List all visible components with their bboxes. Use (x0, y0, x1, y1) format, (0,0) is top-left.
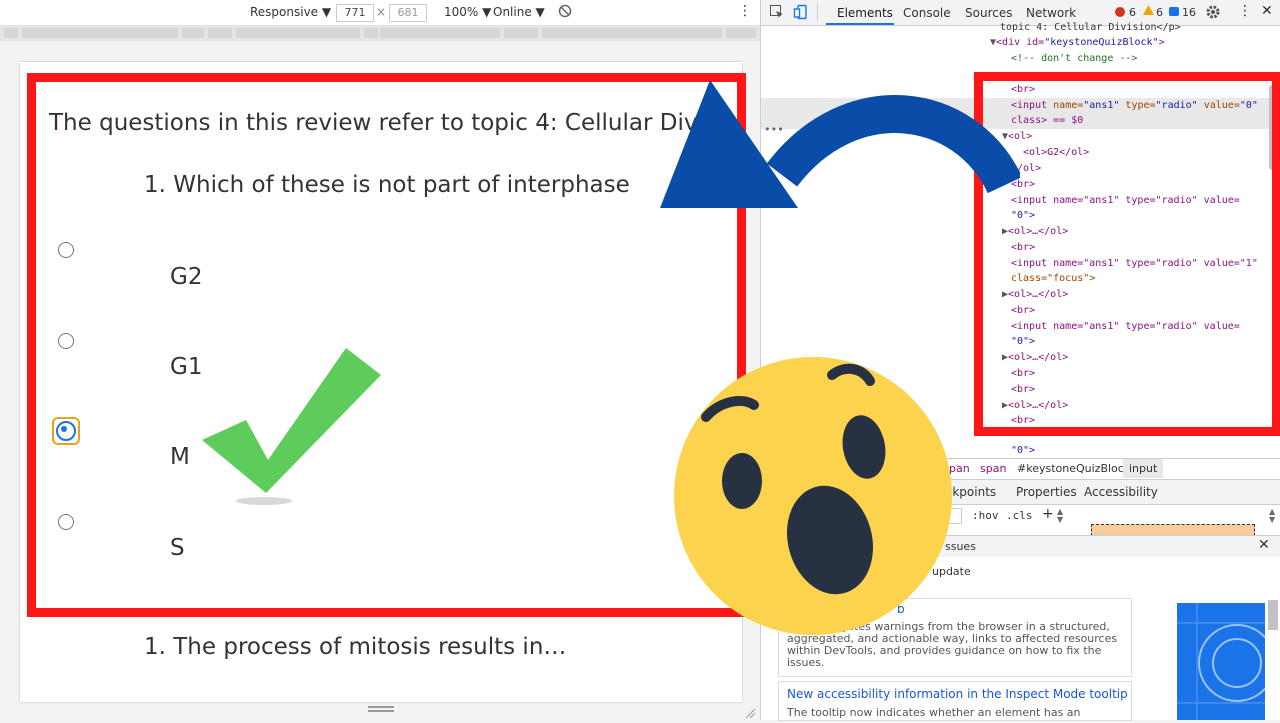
scroll-arrows-icon[interactable]: ▲ ▼ (1057, 508, 1063, 524)
next-question-text: 1. The process of mitosis results in… (144, 634, 567, 660)
breadcrumb-item-active[interactable]: input (1123, 459, 1164, 478)
new-style-rule-button[interactable]: + (1042, 506, 1054, 522)
breadcrumb-item[interactable]: span (980, 462, 1006, 475)
error-count[interactable]: 6 (1129, 6, 1136, 19)
devtools-menu-icon[interactable]: ⋮ (1238, 3, 1252, 19)
tree-line[interactable]: topic 4: Cellular Division</p> (1000, 21, 1181, 34)
surprised-emoji-icon (674, 357, 952, 635)
tab-properties[interactable]: Properties (1016, 485, 1077, 499)
scroll-arrows-icon[interactable]: ▲ ▼ (1269, 508, 1275, 524)
media-query-ruler[interactable] (0, 25, 760, 41)
resize-corner-icon[interactable] (744, 704, 756, 719)
error-icon (1115, 7, 1125, 17)
resize-handle-bottom[interactable] (368, 706, 394, 712)
feature-illustration (1177, 603, 1276, 720)
drawer-scrollbar[interactable] (1268, 600, 1278, 630)
more-options-icon[interactable]: ⋮ (738, 3, 752, 19)
tab-network[interactable]: Network (1026, 6, 1076, 20)
tab-console[interactable]: Console (903, 6, 951, 20)
height-input[interactable]: 681 (389, 4, 427, 22)
curved-arrow-icon (660, 80, 1020, 208)
breadcrumb-item[interactable]: #keystoneQuizBlock (1017, 462, 1130, 475)
tab-accessibility[interactable]: Accessibility (1084, 485, 1158, 499)
card-description: The tooltip now indicates whether an ele… (787, 706, 1081, 719)
rotate-icon[interactable] (558, 4, 572, 21)
zoom-select[interactable]: 100% ▼ (444, 5, 491, 19)
checkmark-icon (202, 348, 381, 505)
width-input[interactable]: 771 (336, 4, 374, 22)
device-toolbar-icon[interactable] (793, 4, 809, 23)
feature-card[interactable]: New accessibility information in the Ins… (778, 681, 1132, 721)
highlight-frame (27, 73, 746, 617)
settings-gear-icon[interactable] (1205, 4, 1221, 23)
inspect-element-icon[interactable] (769, 4, 785, 23)
class-toggle[interactable]: .cls (1006, 509, 1033, 522)
tab-sources[interactable]: Sources (965, 6, 1012, 20)
tree-line[interactable]: ▼<div id="keystoneQuizBlock"> (990, 36, 1165, 49)
tab-elements[interactable]: Elements (837, 6, 893, 20)
warning-count[interactable]: 6 (1156, 6, 1163, 19)
message-icon (1169, 7, 1179, 16)
device-toolbar: Responsive ▼ 771 × 681 100% ▼ Online ▼ ⋮ (0, 0, 760, 26)
times-sign: × (376, 5, 387, 19)
tree-line[interactable]: "0"> (1011, 444, 1035, 457)
warning-icon (1143, 5, 1154, 19)
close-drawer-icon[interactable]: ✕ (1258, 537, 1270, 553)
message-count[interactable]: 16 (1182, 6, 1196, 19)
throttle-select[interactable]: Online ▼ (493, 5, 545, 19)
card-title[interactable]: New accessibility information in the Ins… (787, 687, 1128, 701)
device-select[interactable]: Responsive ▼ (250, 5, 331, 19)
close-devtools-icon[interactable]: ✕ (1261, 3, 1273, 19)
hover-state-toggle[interactable]: :hov (972, 509, 999, 522)
tree-line[interactable]: <!-- don't change --> (1011, 52, 1137, 65)
